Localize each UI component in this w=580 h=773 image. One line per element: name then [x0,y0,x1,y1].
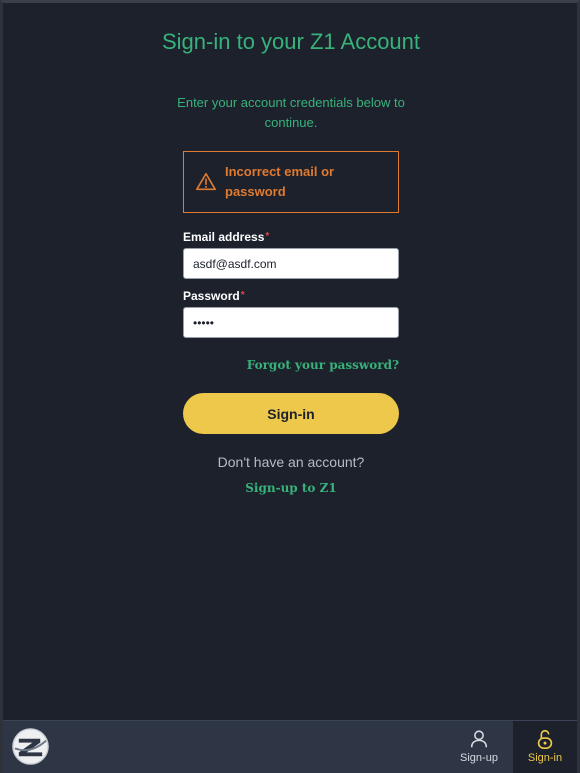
nav-signin-label: Sign-in [527,752,563,764]
required-marker: * [240,290,245,301]
warning-triangle-icon [196,172,216,191]
nav-signup-label: Sign-up [460,752,498,764]
password-field[interactable] [183,307,399,338]
password-label: Password* [183,289,245,303]
z1-logo-icon[interactable] [11,727,50,766]
error-alert: Incorrect email or password [183,151,399,213]
no-account-text: Don't have an account? [217,454,365,470]
error-message: Incorrect email or password [225,164,335,199]
app-window: Sign-in to your Z1 Account Enter your ac… [0,0,580,773]
email-label-text: Email address [183,230,265,244]
page-title: Sign-in to your Z1 Account [161,29,421,54]
email-field[interactable] [183,248,399,279]
signin-button[interactable]: Sign-in [183,393,399,434]
password-label-text: Password [183,289,240,303]
forgot-password-link[interactable]: Forgot your password? [247,358,399,372]
bottom-nav-bar: Sign-up Sign-in [3,720,577,773]
email-label: Email address* [183,230,269,244]
nav-signup[interactable]: Sign-up [447,721,511,773]
nav-signin[interactable]: Sign-in [513,721,577,773]
required-marker: * [265,231,270,242]
unlock-icon [537,729,553,749]
signup-link[interactable]: Sign-up to Z1 [163,480,419,496]
page-subtitle: Enter your account credentials below to … [177,95,405,130]
user-icon [470,730,488,748]
